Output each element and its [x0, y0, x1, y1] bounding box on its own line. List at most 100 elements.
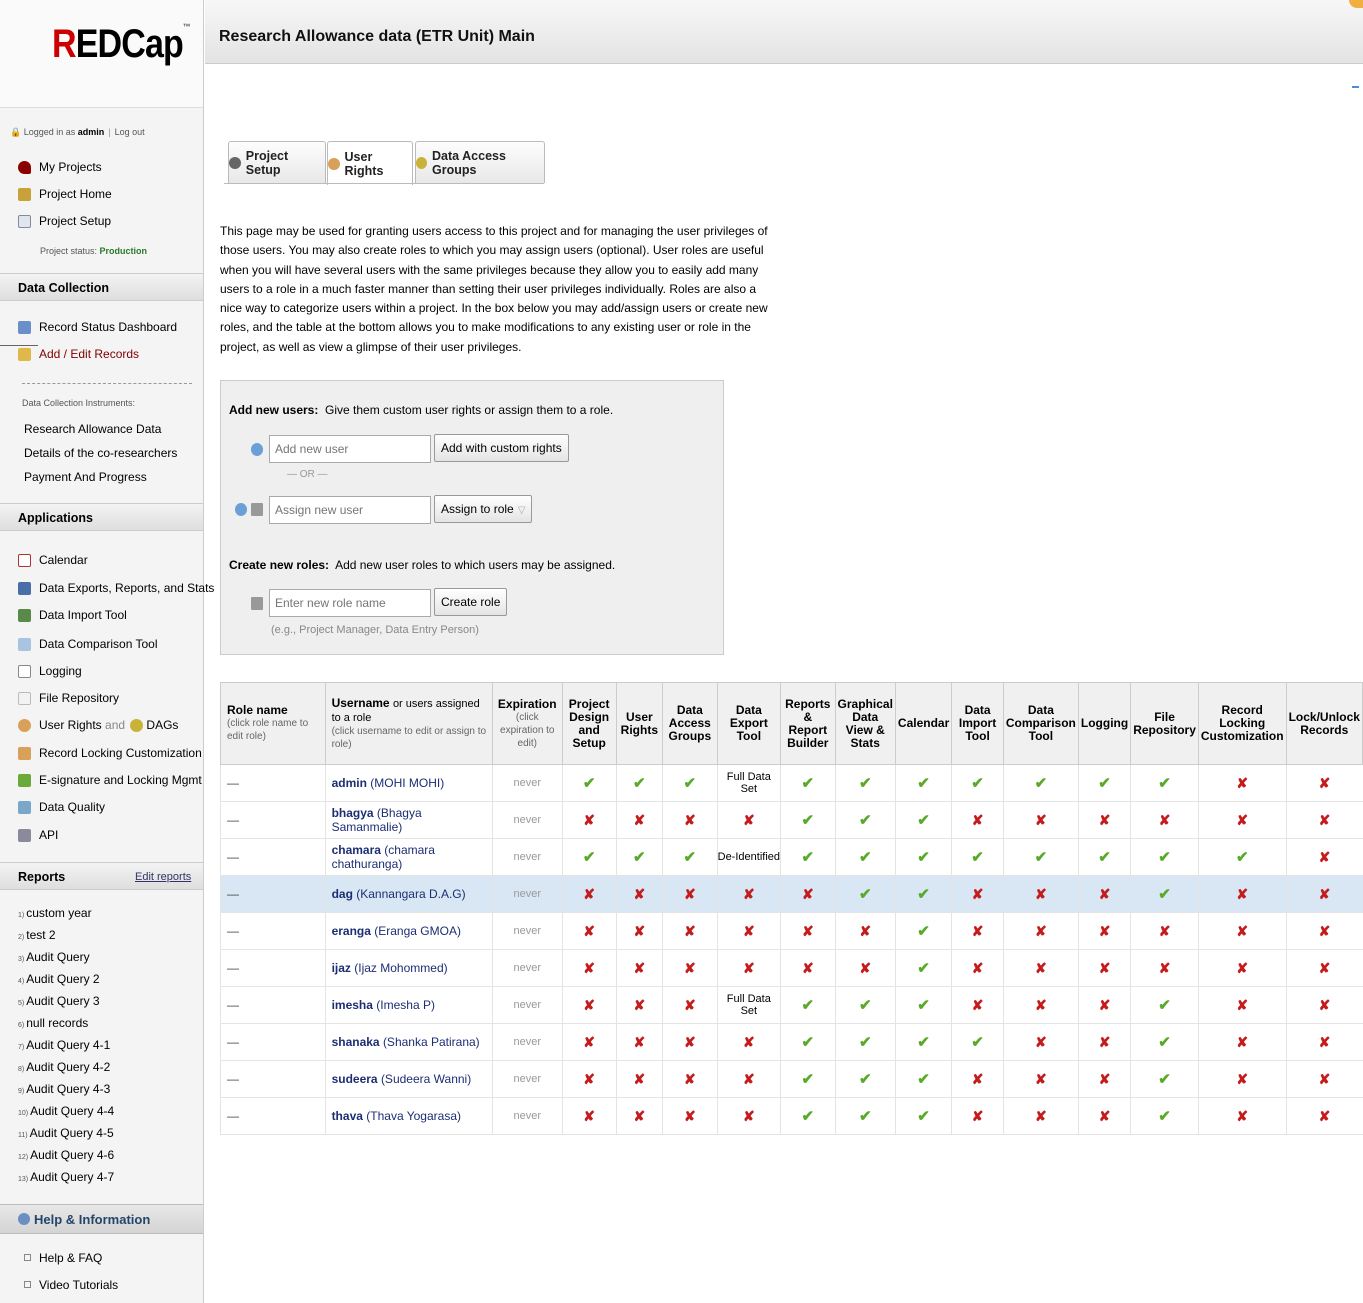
report-link[interactable]: 1) custom year [18, 906, 92, 920]
role-cell[interactable]: — [220, 912, 326, 950]
help-faq-link[interactable]: Help & FAQ [24, 1251, 102, 1265]
user-rights-table: Role name (click role name to edit role) … [220, 682, 1363, 1135]
add-user-input[interactable] [269, 435, 431, 463]
report-link[interactable]: 8) Audit Query 4-2 [18, 1060, 110, 1074]
record-status-dashboard-link[interactable]: Record Status Dashboard [18, 320, 177, 334]
username-link[interactable]: admin [332, 776, 367, 790]
document-icon [18, 664, 31, 678]
data-exports-link[interactable]: Data Exports, Reports, and Stats [18, 581, 214, 595]
calendar-link[interactable]: Calendar [18, 553, 88, 567]
add-custom-rights-button[interactable]: Add with custom rights [434, 434, 569, 462]
role-cell[interactable]: — [220, 986, 326, 1024]
project-home-link[interactable]: Project Home [18, 187, 112, 201]
expiration-cell[interactable]: never [491, 1060, 563, 1098]
report-link[interactable]: 2) test 2 [18, 928, 56, 942]
cross-icon: ✘ [633, 885, 646, 902]
data-quality-link[interactable]: Data Quality [18, 800, 105, 814]
video-tutorials-link[interactable]: Video Tutorials [24, 1278, 118, 1292]
help-header[interactable]: Help & Information [0, 1204, 203, 1234]
report-link[interactable]: 4) Audit Query 2 [18, 972, 100, 986]
role-cell[interactable]: — [220, 949, 326, 987]
username-cell[interactable]: bhagya (Bhagya Samanmalie) [324, 801, 493, 839]
expiration-cell[interactable]: never [491, 838, 563, 876]
instrument-link[interactable]: Research Allowance Data [24, 422, 161, 436]
instrument-link[interactable]: Payment And Progress [24, 470, 147, 484]
record-locking-link[interactable]: Record Locking Customization [18, 746, 202, 760]
tab-user-rights[interactable]: User Rights [327, 141, 413, 185]
username-cell[interactable]: thava (Thava Yogarasa) [324, 1097, 493, 1135]
my-projects-link[interactable]: My Projects [18, 160, 102, 174]
create-role-button[interactable]: Create role [434, 588, 508, 616]
report-link[interactable]: 6) null records [18, 1016, 88, 1030]
expiration-cell[interactable]: never [491, 764, 563, 802]
logout-link[interactable]: Log out [115, 127, 145, 137]
expiration-cell[interactable]: never [491, 986, 563, 1024]
assign-to-role-button[interactable]: Assign to role ▽ [434, 495, 533, 523]
expiration-cell[interactable]: never [491, 1097, 563, 1135]
username-cell[interactable]: imesha (Imesha P) [324, 986, 493, 1024]
username-cell[interactable]: ijaz (Ijaz Mohommed) [324, 949, 493, 987]
username-cell[interactable]: eranga (Eranga GMOA) [324, 912, 493, 950]
esignature-link[interactable]: E-signature and Locking Mgmt [18, 773, 202, 787]
username-cell[interactable]: sudeera (Sudeera Wanni) [324, 1060, 493, 1098]
expiration-cell[interactable]: never [491, 949, 563, 987]
report-link[interactable]: 5) Audit Query 3 [18, 994, 100, 1008]
role-cell[interactable]: — [220, 764, 326, 802]
api-link[interactable]: API [18, 828, 58, 842]
assign-user-input[interactable] [269, 496, 431, 524]
username-link[interactable]: ijaz [332, 961, 351, 975]
back-icon [229, 156, 241, 169]
data-comparison-link[interactable]: Data Comparison Tool [18, 637, 158, 651]
report-link[interactable]: 3) Audit Query [18, 950, 90, 964]
data-import-link[interactable]: Data Import Tool [18, 608, 127, 622]
right-cell: ✔ [834, 764, 896, 802]
edit-reports-link[interactable]: Edit reports [135, 871, 191, 883]
project-setup-link[interactable]: Project Setup [18, 214, 111, 228]
check-icon: ✔ [858, 1071, 872, 1088]
username-link[interactable]: imesha [332, 998, 373, 1012]
username-cell[interactable]: chamara (chamara chathuranga) [324, 838, 493, 876]
report-link[interactable]: 7) Audit Query 4-1 [18, 1038, 110, 1052]
report-link[interactable]: 11) Audit Query 4-5 [18, 1126, 114, 1140]
file-icon [18, 691, 31, 705]
username-cell[interactable]: admin (MOHI MOHI) [324, 764, 493, 802]
expiration-cell[interactable]: never [491, 912, 563, 950]
file-repository-link[interactable]: File Repository [18, 691, 119, 705]
instrument-link[interactable]: Details of the co-researchers [24, 446, 177, 460]
username-cell[interactable]: dag (Kannangara D.A.G) [324, 875, 493, 913]
add-edit-records-link[interactable]: Add / Edit Records [18, 347, 139, 361]
report-link[interactable]: 13) Audit Query 4-7 [18, 1170, 114, 1184]
right-cell: ✘ [662, 875, 718, 913]
report-link[interactable]: 10) Audit Query 4-4 [18, 1104, 114, 1118]
username-link[interactable]: shanaka [332, 1035, 380, 1049]
report-link[interactable]: 12) Audit Query 4-6 [18, 1148, 114, 1162]
role-cell[interactable]: — [220, 875, 326, 913]
role-cell[interactable]: — [220, 838, 326, 876]
expiration-cell[interactable]: never [491, 1023, 563, 1061]
check-icon: ✔ [582, 849, 596, 866]
username-link[interactable]: thava [332, 1109, 363, 1123]
username-link[interactable]: eranga [332, 924, 371, 938]
role-cell[interactable]: — [220, 1023, 326, 1061]
role-cell[interactable]: — [220, 1060, 326, 1098]
username-link[interactable]: chamara [332, 843, 381, 857]
tab-data-access-groups[interactable]: Data Access Groups [415, 141, 545, 183]
username-link[interactable]: sudeera [332, 1072, 378, 1086]
username-link[interactable]: dag [332, 887, 353, 901]
cross-icon: ✘ [583, 996, 595, 1013]
expiration-cell[interactable]: never [491, 801, 563, 839]
report-number: 12) [18, 1154, 29, 1161]
expiration-cell[interactable]: never [491, 875, 563, 913]
redcap-logo[interactable]: REDCap™ [0, 0, 203, 108]
tab-project-setup[interactable]: Project Setup [228, 141, 326, 183]
username-link[interactable]: bhagya [332, 806, 374, 820]
role-cell[interactable]: — [220, 801, 326, 839]
role-cell[interactable]: — [220, 1097, 326, 1135]
right-cell: ✘ [1197, 801, 1287, 839]
username-cell[interactable]: shanaka (Shanka Patirana) [324, 1023, 493, 1061]
cross-icon: ✘ [971, 885, 984, 902]
logging-link[interactable]: Logging [18, 664, 82, 678]
new-role-input[interactable] [269, 589, 431, 617]
user-rights-dags-link[interactable]: User Rights and DAGs [18, 718, 178, 732]
report-link[interactable]: 9) Audit Query 4-3 [18, 1082, 110, 1096]
